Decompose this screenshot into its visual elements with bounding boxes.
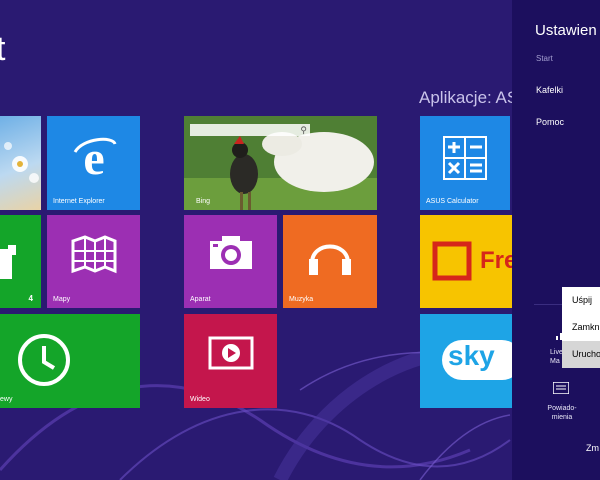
network-label-line-2: Ma bbox=[550, 358, 560, 365]
tile-label: Muzyka bbox=[289, 296, 314, 303]
settings-charm-pane: Ustawien Start Kafelki Pomoc Live Ma Pow… bbox=[512, 0, 600, 480]
tile-bing[interactable]: ⚲ Bing bbox=[184, 116, 377, 210]
tile-asus-calculator[interactable]: ASUS Calculator bbox=[420, 116, 510, 210]
skype-logo-text: sky bbox=[448, 340, 495, 371]
flower-image bbox=[4, 142, 39, 183]
search-icon: ⚲ bbox=[300, 125, 307, 135]
settings-link-help[interactable]: Pomoc bbox=[536, 117, 564, 127]
tile-video[interactable]: Wideo bbox=[184, 314, 277, 408]
tile-count: 4 bbox=[28, 294, 33, 303]
tile-photos[interactable] bbox=[0, 116, 41, 210]
notifications-label-line-1: Powiado- bbox=[547, 405, 577, 412]
power-menu-item-restart[interactable]: Uruchom ponownie bbox=[562, 341, 600, 368]
settings-subtitle: Start bbox=[536, 54, 553, 63]
tile-people[interactable]: 4 bbox=[0, 215, 41, 308]
tile-alarms[interactable]: ewy bbox=[0, 314, 140, 408]
tile-skype[interactable]: sky bbox=[420, 314, 512, 408]
power-menu: Uśpij Zamknij Uruchom ponownie bbox=[562, 287, 600, 368]
tile-camera[interactable]: Aparat bbox=[184, 215, 277, 308]
video-icon bbox=[208, 336, 254, 370]
tile-label: ewy bbox=[0, 396, 13, 403]
internet-explorer-icon: e bbox=[73, 132, 117, 182]
clock-icon bbox=[18, 334, 70, 386]
tile-music[interactable]: Muzyka bbox=[283, 215, 377, 308]
power-menu-item-shutdown[interactable]: Zamknij bbox=[562, 314, 600, 341]
tile-label: Wideo bbox=[190, 396, 210, 403]
tile-maps[interactable]: Mapy bbox=[47, 215, 140, 308]
calculator-icon bbox=[443, 136, 487, 180]
settings-title: Ustawien bbox=[535, 22, 597, 39]
notifications-icon bbox=[553, 382, 569, 394]
tile-label: ASUS Calculator bbox=[426, 198, 479, 205]
map-icon bbox=[71, 235, 117, 274]
settings-link-tiles[interactable]: Kafelki bbox=[536, 85, 563, 95]
bing-search-box[interactable]: ⚲ bbox=[190, 124, 310, 136]
tile-fresh-paint[interactable]: Fre bbox=[420, 215, 512, 308]
people-icon bbox=[0, 245, 16, 279]
tile-label: Mapy bbox=[53, 296, 71, 303]
paint-frame-icon bbox=[432, 241, 472, 281]
tile-label: Bing bbox=[196, 198, 211, 205]
power-menu-item-sleep[interactable]: Uśpij bbox=[562, 287, 600, 314]
tile-internet-explorer[interactable]: e Internet Explorer bbox=[47, 116, 140, 210]
camera-icon bbox=[210, 236, 252, 269]
network-label-line-1: Live bbox=[550, 349, 563, 356]
start-title: t bbox=[0, 30, 6, 68]
notifications-label-line-2: mienia bbox=[551, 414, 573, 421]
tile-label: Aparat bbox=[190, 296, 211, 303]
change-pc-settings-link[interactable]: Zm bbox=[586, 443, 599, 453]
notifications-button[interactable]: Powiado- mienia bbox=[542, 382, 582, 424]
headphones-icon bbox=[309, 244, 351, 275]
tile-brand-text: Fre bbox=[480, 247, 512, 274]
tile-label: Internet Explorer bbox=[53, 198, 105, 205]
